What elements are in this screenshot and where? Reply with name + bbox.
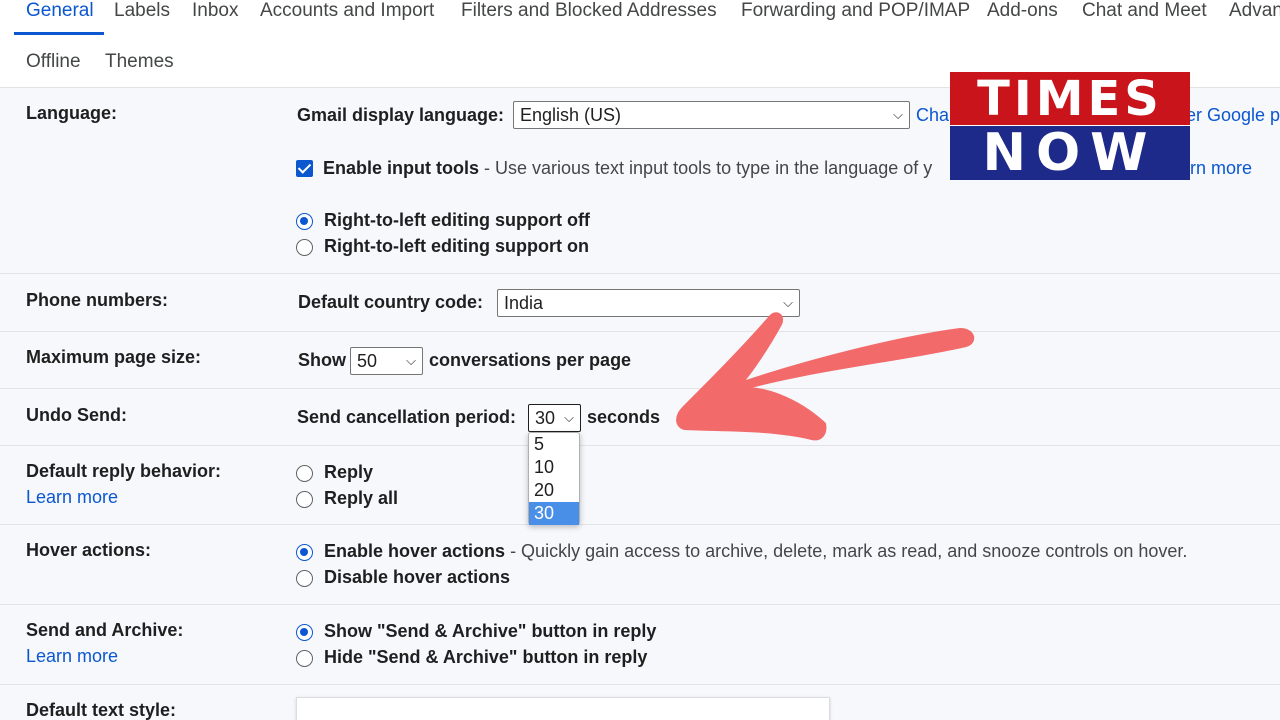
logo-top-text: TIMES [950, 72, 1190, 126]
times-now-logo: TIMES NOW [950, 72, 1190, 180]
logo-bottom-text: NOW [950, 126, 1190, 180]
